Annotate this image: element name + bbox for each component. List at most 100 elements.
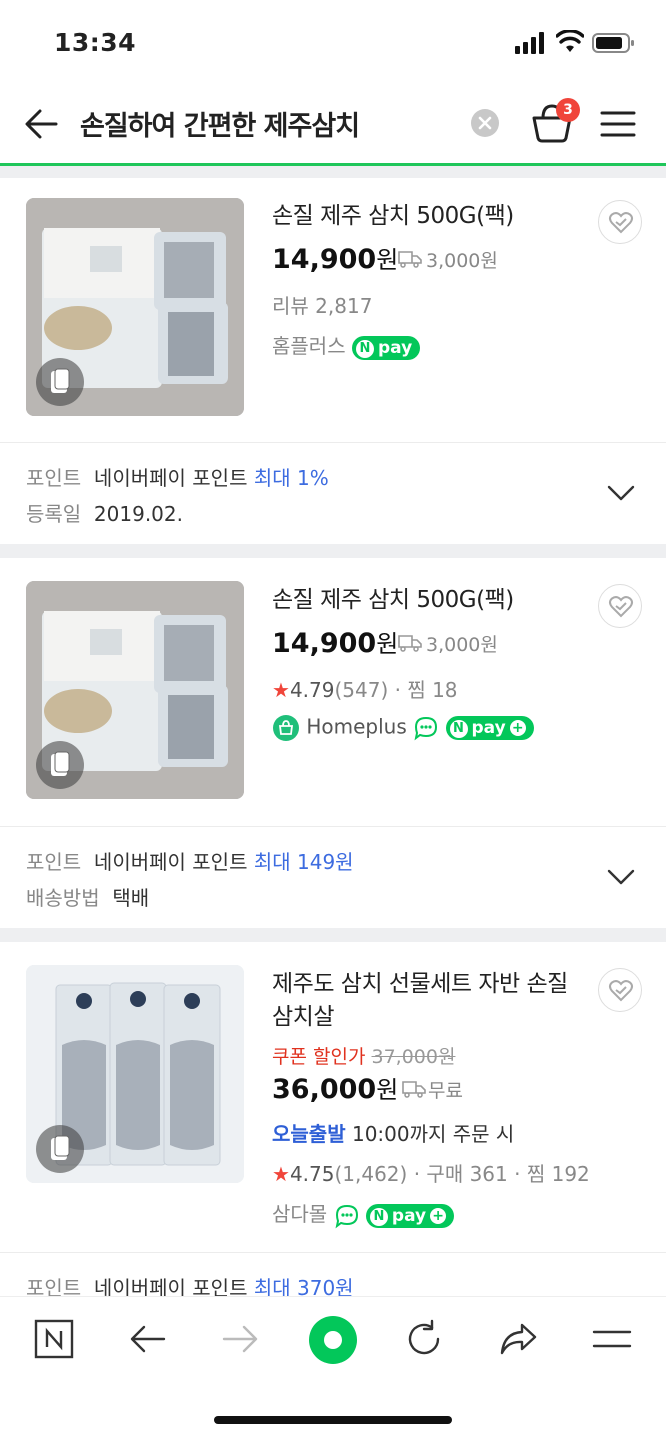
share-icon[interactable]	[498, 1319, 538, 1359]
delivery-method-label: 배송방법	[26, 886, 100, 910]
shipping-fee: 무료	[428, 1080, 463, 1102]
register-info: 등록일 2019.02.	[26, 498, 183, 527]
copy-icon	[51, 1135, 70, 1160]
shipping-fee: 3,000원	[426, 634, 498, 656]
seller-name[interactable]: Homeplus	[306, 715, 406, 739]
home-indicator	[214, 1416, 452, 1424]
clock: 13:34	[54, 28, 137, 57]
delivery-truck-icon	[402, 1081, 426, 1098]
divider	[0, 826, 666, 827]
register-label: 등록일	[26, 502, 82, 526]
back-arrow-icon[interactable]	[24, 108, 58, 140]
rating-count: (547)	[334, 678, 389, 702]
point-text: 네이버페이 포인트	[93, 850, 248, 874]
hamburger-menu-icon[interactable]	[600, 110, 636, 138]
product-card[interactable]: 손질 제주 삼치 500G(팩) 14,900원 3,000원 ★4.79(54…	[0, 558, 666, 928]
product-name[interactable]: 제주도 삼치 선물세트 자반 손질 삼치살	[272, 968, 572, 1034]
price-value: 14,900	[272, 244, 377, 275]
star-icon: ★	[272, 1162, 290, 1186]
wifi-icon	[556, 30, 584, 52]
heart-icon	[609, 596, 633, 618]
product-name[interactable]: 손질 제주 삼치 500G(팩)	[272, 584, 572, 617]
point-max: 최대 1%	[253, 466, 329, 490]
back-icon[interactable]	[128, 1319, 168, 1359]
price-unit: 원	[376, 1076, 399, 1104]
rating-value: 4.79	[289, 678, 335, 702]
product-thumbnail[interactable]	[26, 198, 244, 416]
chevron-down-icon[interactable]	[606, 483, 636, 503]
heart-icon	[609, 980, 633, 1002]
zzim-count: 찜 18	[407, 678, 458, 702]
similar-products-button[interactable]	[36, 358, 84, 406]
divider	[0, 442, 666, 443]
delivery-truck-icon	[398, 635, 422, 652]
wishlist-button[interactable]	[598, 200, 642, 244]
rating-row: ★4.79(547) · 찜 18	[272, 678, 458, 702]
today-dispatch-row: 오늘출발 10:00까지 주문 시	[272, 1118, 514, 1147]
product-name[interactable]: 손질 제주 삼치 500G(팩)	[272, 200, 572, 233]
coupon-row: 쿠폰 할인가 37,000원	[272, 1042, 455, 1069]
product-price: 36,000원	[272, 1070, 398, 1105]
search-header: 손질하여 간편한 제주삼치 3	[0, 86, 666, 166]
star-icon: ★	[272, 678, 290, 702]
npay-label: pay	[391, 1205, 427, 1226]
point-info: 포인트 네이버페이 포인트 최대 1%	[26, 462, 329, 491]
seller-row: 삼다몰 Npay +	[272, 1198, 455, 1229]
rating-row: ★4.75(1,462) · 구매 361 · 찜 192	[272, 1162, 590, 1186]
price-unit: 원	[376, 246, 399, 274]
price-value: 36,000	[272, 1074, 377, 1105]
price-value: 14,900	[272, 628, 377, 659]
original-price: 37,000원	[371, 1046, 456, 1068]
cart-count-badge: 3	[556, 98, 580, 122]
product-price: 14,900원	[272, 240, 398, 275]
forward-icon[interactable]	[220, 1319, 260, 1359]
store-icon	[273, 715, 299, 741]
coupon-label: 쿠폰 할인가	[272, 1046, 366, 1068]
naver-home-icon[interactable]	[34, 1319, 74, 1359]
wishlist-button[interactable]	[598, 584, 642, 628]
zzim-count: 찜 192	[526, 1162, 590, 1186]
product-price: 14,900원	[272, 624, 398, 659]
talk-chat-icon[interactable]	[334, 1203, 360, 1229]
copy-icon	[51, 368, 70, 393]
seller-row: 홈플러스 Npay	[272, 330, 421, 360]
delivery-truck-icon	[398, 251, 422, 268]
plus-icon: +	[430, 1207, 447, 1224]
menu-icon[interactable]	[592, 1319, 632, 1359]
talk-chat-icon[interactable]	[413, 715, 439, 741]
seller-name[interactable]: 삼다몰	[272, 1202, 327, 1226]
wishlist-button[interactable]	[598, 968, 642, 1012]
npay-label: pay	[471, 718, 506, 738]
delivery-method-value: 택배	[112, 886, 150, 910]
seller-row: Homeplus Npay +	[272, 714, 534, 742]
product-card[interactable]: 제주도 삼치 선물세트 자반 손질 삼치살 쿠폰 할인가 37,000원 36,…	[0, 942, 666, 1300]
refresh-icon[interactable]	[404, 1319, 444, 1359]
point-label: 포인트	[26, 850, 82, 874]
product-card[interactable]: 손질 제주 삼치 500G(팩) 14,900원 3,000원 리뷰 2,817…	[0, 178, 666, 544]
seller-name[interactable]: 홈플러스	[272, 334, 346, 358]
npay-label: pay	[377, 337, 413, 358]
product-thumbnail[interactable]	[26, 581, 244, 799]
plus-icon: +	[509, 720, 526, 736]
close-icon	[478, 116, 492, 130]
copy-icon	[51, 751, 70, 776]
npay-n-icon: N	[449, 720, 468, 738]
product-thumbnail[interactable]	[26, 965, 244, 1183]
section-gap	[0, 928, 666, 942]
status-bar: 13:34	[0, 0, 666, 86]
npay-plus-badge: Npay +	[445, 716, 534, 740]
similar-products-button[interactable]	[36, 1125, 84, 1173]
shipping-fee: 3,000원	[426, 250, 498, 272]
point-max: 최대 149원	[253, 850, 354, 874]
price-unit: 원	[376, 630, 399, 658]
review-count: 리뷰 2,817	[272, 294, 373, 318]
chevron-down-icon[interactable]	[606, 867, 636, 887]
delivery-method-info: 배송방법 택배	[26, 882, 149, 911]
search-query[interactable]: 손질하여 간편한 제주삼치	[80, 104, 360, 143]
purchase-count: 구매 361	[426, 1162, 508, 1186]
green-dot-icon[interactable]	[308, 1315, 358, 1365]
similar-products-button[interactable]	[36, 741, 84, 789]
battery-icon	[592, 33, 634, 53]
today-dispatch-note: 10:00까지 주문 시	[351, 1122, 515, 1146]
clear-search-button[interactable]	[471, 109, 499, 137]
